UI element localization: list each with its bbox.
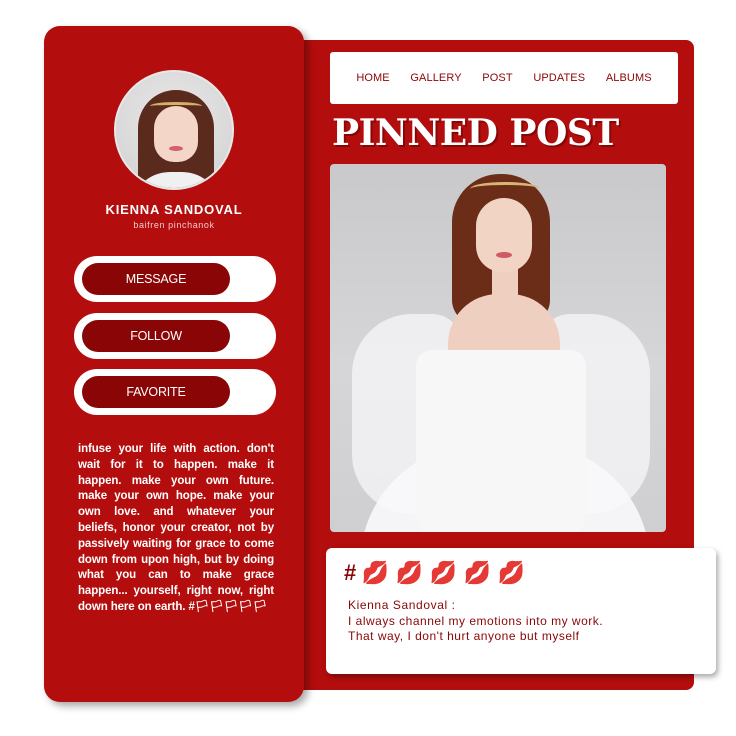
nav-home[interactable]: HOME [356,72,389,84]
message-button-track: MESSAGE [74,256,276,302]
lips-icon: 💋 [429,560,457,585]
post-text: I always channel my emotions into my wor… [348,614,604,643]
photo-crown [470,182,540,196]
lips-icon: 💋 [463,560,491,585]
photo-dress [416,350,586,532]
profile-sidebar: KIENNA SANDOVAL baifren pinchanok MESSAG… [44,26,304,702]
photo-lips [496,252,512,258]
pinned-post-title: PINNED POST [332,112,619,154]
post-author: Kienna Sandoval : [348,598,456,612]
avatar-face [154,106,198,162]
bio-quote: infuse your life with action. don't wait… [78,443,274,613]
lips-icon: 💋 [395,560,423,585]
avatar[interactable] [114,70,234,190]
post-tag: # 💋 💋 💋 💋 💋 [344,558,526,588]
photo-face [476,198,532,272]
favorite-button[interactable]: FAVORITE [82,376,230,408]
nav-updates[interactable]: UPDATES [533,72,585,84]
message-button[interactable]: MESSAGE [82,263,230,295]
lips-icon: 💋 [497,560,525,585]
nav-albums[interactable]: ALBUMS [606,72,652,84]
follow-button-track: FOLLOW [74,313,276,359]
nav-gallery[interactable]: GALLERY [410,72,461,84]
hash-symbol: # [344,560,357,585]
nav-post[interactable]: POST [482,72,512,84]
post-card: # 💋 💋 💋 💋 💋 Kienna Sandoval : I always c… [326,548,716,674]
profile-name: KIENNA SANDOVAL [105,202,243,217]
top-nav: HOME GALLERY POST UPDATES ALBUMS [330,52,678,104]
avatar-lips [169,146,183,151]
avatar-crown [150,102,202,110]
lips-icon: 💋 [361,560,389,585]
favorite-button-track: FAVORITE [74,369,276,415]
profile-handle: baifren pinchanok [133,220,215,230]
follow-button[interactable]: FOLLOW [82,320,230,352]
pinned-photo[interactable] [330,164,666,532]
photo-neck [492,268,518,298]
